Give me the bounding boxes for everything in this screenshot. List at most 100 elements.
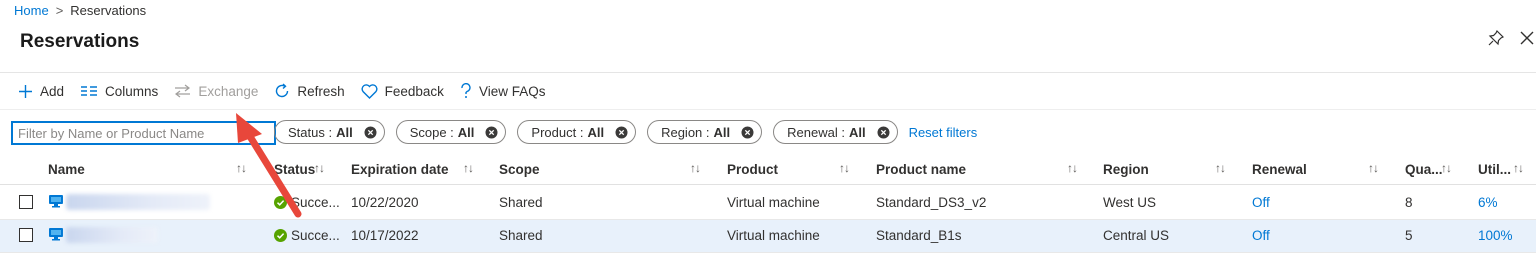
- feedback-icon: [361, 83, 378, 99]
- scope-filter-value: All: [457, 124, 475, 140]
- breadcrumb-home-link[interactable]: Home: [14, 3, 49, 18]
- col-header-renewal[interactable]: Renewal: [1252, 162, 1307, 177]
- columns-icon: [80, 85, 98, 97]
- add-label: Add: [40, 83, 65, 99]
- utilization-link[interactable]: 100%: [1478, 228, 1513, 243]
- command-bar: Add Columns Exchange Refresh Feedback Vi…: [18, 79, 561, 103]
- clear-filter-icon[interactable]: [615, 126, 628, 139]
- exchange-button[interactable]: Exchange: [174, 84, 258, 99]
- exchange-icon: [174, 84, 191, 98]
- product-filter-value: All: [587, 124, 605, 140]
- region-filter-label: Region :: [661, 124, 710, 140]
- col-header-product-name[interactable]: Product name: [876, 162, 966, 177]
- status-filter-label: Status :: [288, 124, 333, 140]
- vm-icon: [48, 194, 64, 211]
- breadcrumb: Home > Reservations: [14, 3, 146, 18]
- renewal-filter-pill[interactable]: Renewal : All: [773, 120, 898, 144]
- renewal-link[interactable]: Off: [1252, 195, 1270, 210]
- vm-icon: [48, 227, 64, 244]
- scope-filter-pill[interactable]: Scope : All: [395, 120, 507, 144]
- help-icon: [460, 83, 472, 99]
- sort-icon[interactable]: ↑↓: [463, 161, 474, 175]
- table-row[interactable]: Succe... 10/17/2022 Shared Virtual machi…: [0, 220, 1536, 253]
- add-icon: [18, 84, 33, 99]
- table-row[interactable]: Succe... 10/22/2020 Shared Virtual machi…: [0, 187, 1536, 220]
- page-title: Reservations: [20, 31, 140, 52]
- clear-filter-icon[interactable]: [877, 126, 890, 139]
- view-faqs-label: View FAQs: [478, 83, 546, 99]
- sort-icon[interactable]: ↑↓: [1067, 161, 1078, 175]
- col-header-region[interactable]: Region: [1103, 162, 1149, 177]
- feedback-label: Feedback: [384, 83, 444, 99]
- feedback-button[interactable]: Feedback: [361, 84, 444, 99]
- success-icon: [274, 196, 287, 212]
- status-cell: Succe...: [291, 228, 340, 243]
- clear-filter-icon[interactable]: [485, 126, 498, 139]
- utilization-link[interactable]: 6%: [1478, 195, 1498, 210]
- refresh-label: Refresh: [297, 83, 345, 99]
- expiration-cell: 10/22/2020: [351, 195, 419, 210]
- renewal-filter-value: All: [848, 124, 866, 140]
- status-cell: Succe...: [291, 195, 340, 210]
- status-filter-pill[interactable]: Status : All: [274, 120, 385, 144]
- breadcrumb-separator: >: [55, 3, 64, 18]
- col-header-quantity[interactable]: Qua...: [1405, 162, 1443, 177]
- renewal-filter-label: Renewal :: [787, 124, 845, 140]
- columns-button[interactable]: Columns: [80, 84, 158, 99]
- pin-icon[interactable]: [1488, 29, 1505, 51]
- region-cell: Central US: [1103, 228, 1170, 243]
- region-filter-pill[interactable]: Region : All: [647, 120, 763, 144]
- product-cell: Virtual machine: [727, 228, 820, 243]
- view-faqs-button[interactable]: View FAQs: [460, 83, 546, 99]
- quantity-cell: 5: [1405, 228, 1413, 243]
- sort-icon[interactable]: ↑↓: [690, 161, 701, 175]
- product-filter-label: Product :: [531, 124, 584, 140]
- reset-filters-link[interactable]: Reset filters: [909, 125, 978, 140]
- sort-icon[interactable]: ↑↓: [1441, 161, 1452, 175]
- col-header-scope[interactable]: Scope: [499, 162, 540, 177]
- filter-pills: Status : All Scope : All Product : All Regi…: [274, 120, 977, 144]
- add-button[interactable]: Add: [18, 84, 64, 99]
- table-header: Name ↑↓ Status ↑↓ Expiration date ↑↓ Sco…: [0, 156, 1536, 185]
- sort-icon[interactable]: ↑↓: [839, 161, 850, 175]
- product-cell: Virtual machine: [727, 195, 820, 210]
- col-header-expiration[interactable]: Expiration date: [351, 162, 449, 177]
- filter-input[interactable]: [11, 121, 276, 145]
- header-divider: [0, 72, 1536, 73]
- success-icon: [274, 229, 287, 245]
- scope-filter-label: Scope :: [409, 124, 454, 140]
- name-redacted[interactable]: [66, 194, 210, 210]
- columns-label: Columns: [105, 83, 159, 99]
- product-name-cell: Standard_B1s: [876, 228, 962, 243]
- sort-icon[interactable]: ↑↓: [1215, 161, 1226, 175]
- refresh-icon: [274, 83, 290, 99]
- product-filter-pill[interactable]: Product : All: [517, 120, 637, 144]
- col-header-product[interactable]: Product: [727, 162, 778, 177]
- quantity-cell: 8: [1405, 195, 1413, 210]
- status-filter-value: All: [336, 124, 353, 140]
- col-header-name[interactable]: Name: [48, 162, 85, 177]
- toolbar-divider: [0, 109, 1536, 110]
- sort-icon[interactable]: ↑↓: [1368, 161, 1379, 175]
- product-name-cell: Standard_DS3_v2: [876, 195, 987, 210]
- renewal-link[interactable]: Off: [1252, 228, 1270, 243]
- row-checkbox[interactable]: [19, 195, 33, 209]
- sort-icon[interactable]: ↑↓: [1513, 161, 1524, 175]
- clear-filter-icon[interactable]: [364, 126, 377, 139]
- name-redacted[interactable]: [66, 227, 158, 243]
- col-header-utilization[interactable]: Util...: [1478, 162, 1511, 177]
- breadcrumb-current: Reservations: [70, 3, 147, 18]
- sort-icon[interactable]: ↑↓: [314, 161, 325, 175]
- scope-cell: Shared: [499, 195, 543, 210]
- row-checkbox[interactable]: [19, 228, 33, 242]
- region-filter-value: All: [713, 124, 731, 140]
- expiration-cell: 10/17/2022: [351, 228, 419, 243]
- clear-filter-icon[interactable]: [741, 126, 754, 139]
- sort-icon[interactable]: ↑↓: [236, 161, 247, 175]
- exchange-label: Exchange: [198, 83, 259, 99]
- region-cell: West US: [1103, 195, 1157, 210]
- refresh-button[interactable]: Refresh: [274, 83, 345, 99]
- col-header-status[interactable]: Status: [274, 162, 315, 177]
- close-icon[interactable]: [1519, 30, 1535, 51]
- scope-cell: Shared: [499, 228, 543, 243]
